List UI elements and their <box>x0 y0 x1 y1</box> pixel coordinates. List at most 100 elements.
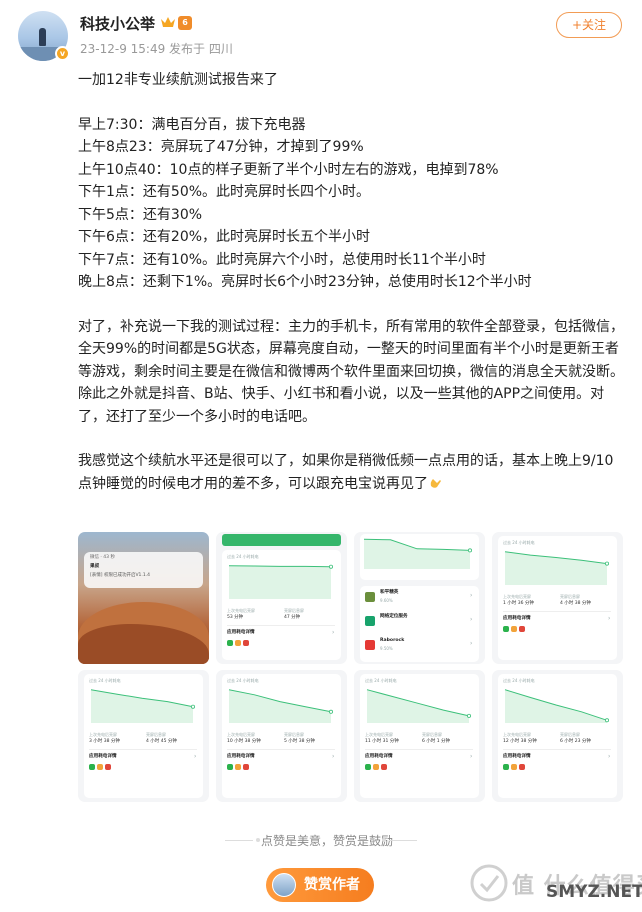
divider-dot <box>256 838 260 842</box>
chevron-right-icon: › <box>470 616 473 623</box>
app-icon <box>503 764 509 770</box>
divider <box>503 749 611 750</box>
battery-screenshot[interactable]: 和平精英 9.60% › 网络定位服务 › Raborock 9.50% › <box>354 532 485 664</box>
app-icon <box>519 764 525 770</box>
chevron-right-icon: › <box>470 640 473 647</box>
app-icon-row <box>503 764 525 770</box>
app-icon-row <box>89 764 111 770</box>
divider <box>227 625 335 626</box>
battery-curve-endpoint <box>468 548 473 553</box>
app-icon <box>365 592 375 602</box>
test-process-paragraph: 对了，补充说一下我的测试过程：主力的手机卡，所有常用的软件全部登录，包括微信，全… <box>78 318 624 425</box>
chart-card <box>360 534 479 580</box>
app-icon <box>503 626 509 632</box>
stat-label: 亮屏后息屏 <box>422 732 442 737</box>
chevron-right-icon: › <box>194 753 197 760</box>
app-percent: 9.50% <box>380 646 393 651</box>
app-list-card: 和平精英 9.60% › 网络定位服务 › Raborock 9.50% › <box>360 586 479 662</box>
app-icon <box>89 764 95 770</box>
battery-log-line: 晚上8点：还剩下1%。亮屏时长6个小时23分钟，总使用时长12个半小时 <box>78 274 532 290</box>
battery-curve-area <box>91 689 193 723</box>
stat-value: 53 分钟 <box>227 615 244 620</box>
battery-curve-endpoint <box>191 704 196 709</box>
app-icon-row <box>227 640 249 646</box>
post-header: v 科技小公举 6 23-12-9 15:49 发布于 四川 +关注 <box>0 0 642 70</box>
tagline-text: 点赞是美意，赞赏是鼓励 <box>261 834 394 848</box>
app-icon <box>365 616 375 626</box>
battery-log-line: 上午8点23：亮屏玩了47分钟，才掉到了99% <box>78 139 364 155</box>
battery-curve-chart <box>504 689 610 723</box>
battery-log-line: 上午10点40：10点的样子更新了半个小时左右的游戏，电掉到78% <box>78 161 499 178</box>
section-title: 过去 24 小时耗电 <box>365 678 397 683</box>
chart-card: 过去 24 小时耗电 上次充电后亮屏 12 小时 38 分钟 亮屏后息屏 6 小时 23… <box>498 674 617 798</box>
battery-screenshot[interactable]: 微信 · 43 秒果叔 [表情] 权限已成功开启V1.1.4 <box>78 532 209 664</box>
stat-value: 1 小时 36 分钟 <box>503 601 534 606</box>
post-body: 一加12非专业续航测试报告来了 早上7:30：满电百分百，拔下充电器 上午8点23… <box>78 70 628 495</box>
divider <box>365 749 473 750</box>
stat-label: 亮屏后息屏 <box>560 732 580 737</box>
section-title: 过去 24 小时耗电 <box>227 554 259 559</box>
stat-label: 亮屏后息屏 <box>146 732 166 737</box>
battery-curve-area <box>364 539 470 569</box>
stat-value: 6 小时 23 分钟 <box>560 739 591 744</box>
app-icon <box>105 764 111 770</box>
crown-icon <box>161 17 175 27</box>
app-icon <box>97 764 103 770</box>
stat-value: 3 小时 38 分钟 <box>89 739 120 744</box>
watermark-logo-icon <box>470 864 508 902</box>
battery-curve-chart <box>504 551 610 585</box>
battery-curve-endpoint <box>467 713 472 718</box>
conclusion-paragraph: 我感觉这个续航水平还是很可以了，如果你是稍微低频一点点用的话，基本上晚上9/10… <box>78 450 626 495</box>
battery-screenshot[interactable]: 过去 24 小时耗电 上次充电后亮屏 10 小时 38 分钟 亮屏后息屏 5 小时 38… <box>216 670 347 802</box>
battery-curve-area <box>229 565 331 599</box>
chevron-right-icon: › <box>608 753 611 760</box>
app-name: 网络定位服务 <box>380 614 408 619</box>
app-usage-link: 应用耗电详情 <box>503 616 531 621</box>
battery-curve-endpoint <box>605 718 610 723</box>
chevron-right-icon: › <box>332 753 335 760</box>
reward-label: 赞赏作者 <box>304 877 360 893</box>
post-meta: 23-12-9 15:49 发布于 四川 <box>80 42 233 56</box>
battery-curve-chart <box>228 689 334 723</box>
clap-emoji-icon <box>430 478 441 488</box>
divider-dot <box>382 838 386 842</box>
battery-bar <box>222 534 341 546</box>
battery-curve-chart <box>90 689 196 723</box>
divider-right <box>389 840 417 841</box>
app-icon <box>365 640 375 650</box>
app-usage-link: 应用耗电详情 <box>365 754 393 759</box>
avatar-figure <box>39 28 46 46</box>
app-icon <box>243 640 249 646</box>
app-icon <box>511 626 517 632</box>
divider <box>503 611 611 612</box>
app-icon <box>373 764 379 770</box>
chart-card: 过去 24 小时耗电 上次充电后亮屏 1 小时 36 分钟 亮屏后息屏 4 小时 38 … <box>498 536 617 660</box>
reward-author-button[interactable]: 赞赏作者 <box>266 868 374 902</box>
battery-screenshot[interactable]: 过去 24 小时耗电 上次充电后亮屏 1 小时 36 分钟 亮屏后息屏 4 小时 38 … <box>492 532 623 664</box>
chevron-right-icon: › <box>608 615 611 622</box>
author-name[interactable]: 科技小公举 <box>80 13 155 34</box>
battery-curve-area <box>367 689 469 723</box>
section-title: 过去 24 小时耗电 <box>227 678 259 683</box>
stat-label: 上次充电后亮屏 <box>227 732 255 737</box>
reward-avatar <box>272 873 296 897</box>
app-percent: 9.60% <box>380 598 393 603</box>
stat-value: 10 小时 38 分钟 <box>227 739 261 744</box>
section-title: 过去 24 小时耗电 <box>503 678 535 683</box>
battery-screenshot[interactable]: 过去 24 小时耗电 上次充电后亮屏 12 小时 38 分钟 亮屏后息屏 6 小时 23… <box>492 670 623 802</box>
app-icon-row <box>365 764 387 770</box>
stat-label: 上次充电后亮屏 <box>89 732 117 737</box>
battery-screenshot[interactable]: 过去 24 小时耗电 上次充电后亮屏 11 小时 31 分钟 亮屏后息屏 6 小时 1 … <box>354 670 485 802</box>
battery-screenshot[interactable]: 过去 24 小时耗电 上次充电后亮屏 53 分钟 亮屏后息屏 47 分钟 应用耗电详情 › <box>216 532 347 664</box>
battery-screenshot[interactable]: 过去 24 小时耗电 上次充电后亮屏 3 小时 38 分钟 亮屏后息屏 4 小时 45 … <box>78 670 209 802</box>
image-grid: 微信 · 43 秒果叔 [表情] 权限已成功开启V1.1.4 过去 24 小时耗电上… <box>78 532 623 802</box>
divider <box>89 749 197 750</box>
app-name: Raborock <box>380 638 405 643</box>
chart-card: 过去 24 小时耗电 上次充电后亮屏 3 小时 38 分钟 亮屏后息屏 4 小时 45 … <box>84 674 203 798</box>
battery-curve-chart <box>366 689 472 723</box>
chevron-right-icon: › <box>332 629 335 636</box>
follow-button[interactable]: +关注 <box>556 12 622 38</box>
watermark-site: SMYZ.NET <box>546 882 642 902</box>
battery-log: 早上7:30：满电百分百，拔下充电器 上午8点23：亮屏玩了47分钟，才掉到了99… <box>78 114 628 294</box>
app-icon-row <box>503 626 525 632</box>
